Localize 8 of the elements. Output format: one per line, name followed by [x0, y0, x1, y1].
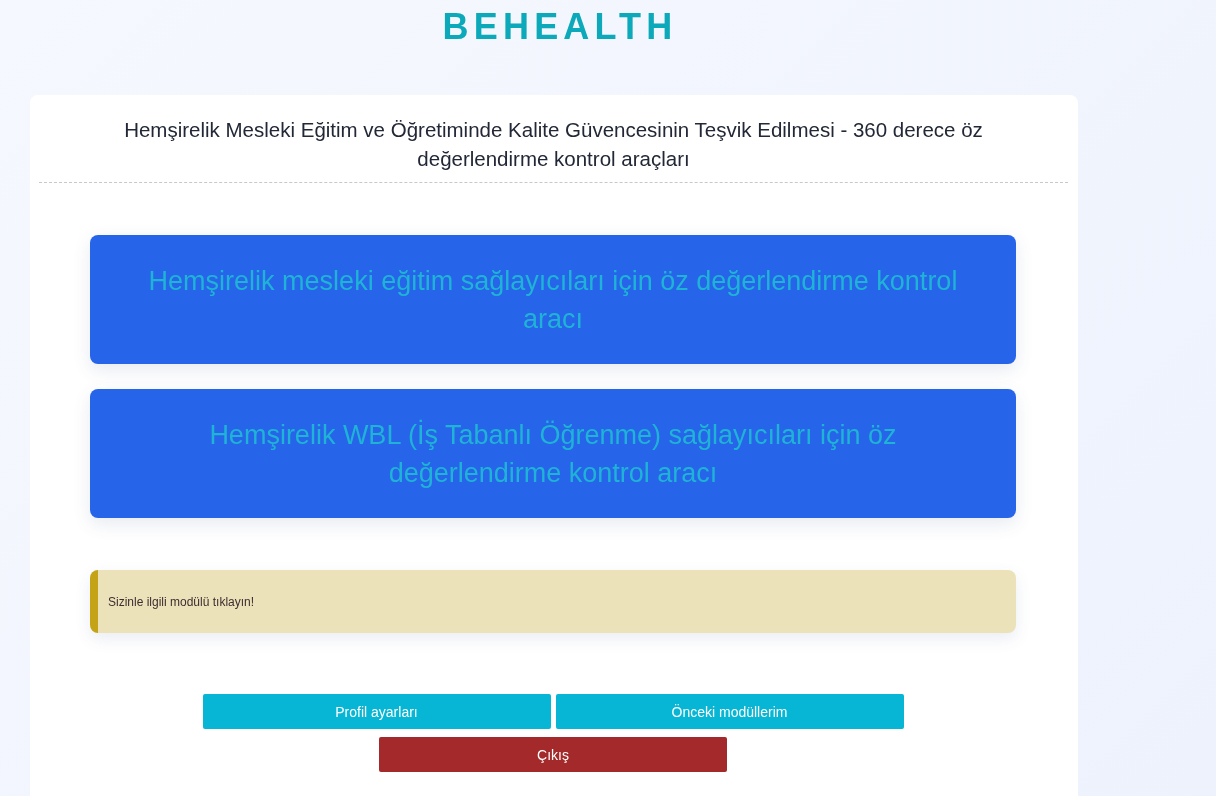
logo: BEHEALTH [442, 11, 678, 43]
action-button[interactable]: Önceki modüllerim [555, 694, 904, 729]
action-button[interactable]: Profil ayarları [202, 694, 551, 729]
module-button[interactable]: Hemşirelik mesleki eğitim sağlayıcıları için öz değerlendirme kontrol aracı [90, 235, 1016, 364]
alert-text: Sizinle ilgili modülü tıklayın! [108, 594, 255, 609]
logout-button[interactable]: Çıkış [379, 737, 727, 772]
module-button[interactable]: Hemşirelik WBL (İş Tabanlı Öğrenme) sağlayıcıları için öz değerlendirme kontrol aracı [90, 389, 1016, 518]
page-title: Hemşirelik Mesleki Eğitim ve Öğretiminde Kalite Güvencesinin Teşvik Edilmesi - 360 derece öz değerlendirme kontrol araçları [123, 117, 984, 172]
